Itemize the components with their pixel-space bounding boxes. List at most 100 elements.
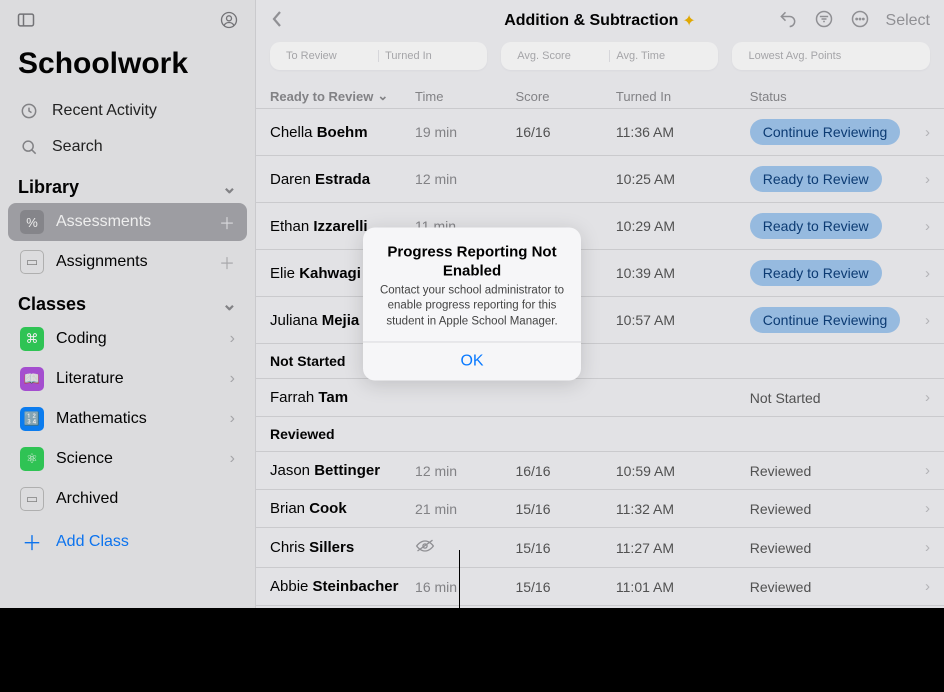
sidebar-label: Coding — [56, 330, 107, 348]
table-row[interactable]: Chella Boehm19 min16/1611:36 AMContinue … — [256, 109, 944, 156]
sidebar-item-mathematics[interactable]: 🔢Mathematics › — [8, 400, 247, 438]
sidebar-item-coding[interactable]: ⌘ Coding › — [8, 320, 247, 358]
chevron-right-icon: › — [906, 265, 930, 282]
more-icon[interactable] — [850, 9, 870, 34]
status-pill[interactable]: Ready to Review — [750, 213, 882, 239]
alert-ok-button[interactable]: OK — [363, 342, 581, 381]
status-pill[interactable]: Ready to Review — [750, 260, 882, 286]
table-row[interactable]: Ethan Izzarelli11 min10:29 AMReady to Re… — [256, 203, 944, 250]
card-label: Turned In — [379, 50, 477, 62]
sidebar: Schoolwork Recent Activity Search Librar… — [0, 0, 256, 608]
status-pill[interactable]: Continue Reviewing — [750, 307, 901, 333]
column-label: Score — [515, 89, 615, 104]
turnedin-cell: 10:25 AM — [616, 171, 750, 187]
sidebar-label: Assessments — [56, 213, 151, 231]
main-toolbar: Addition & Subtraction ✦ Select — [256, 0, 944, 42]
time-cell: 12 min — [415, 463, 515, 479]
time-cell: 19 min — [415, 124, 515, 140]
status-cell: Reviewed — [750, 463, 906, 479]
sidebar-item-assessments[interactable]: % Assessments ＋ — [8, 203, 247, 241]
table-row[interactable]: Juliana Mejia10:57 AMContinue Reviewing› — [256, 297, 944, 344]
chevron-right-icon: › — [906, 539, 930, 556]
table-row[interactable]: Farrah TamNot Started› — [256, 379, 944, 417]
student-name: Brian Cook — [270, 500, 415, 517]
column-sort[interactable]: Ready to Review⌄ — [270, 88, 415, 104]
turnedin-cell: 10:29 AM — [616, 218, 750, 234]
time-cell — [415, 538, 515, 557]
sidebar-item-recent[interactable]: Recent Activity — [0, 93, 255, 129]
sidebar-item-add-class[interactable]: ＋ Add Class — [8, 520, 247, 563]
status-pill[interactable]: Continue Reviewing — [750, 119, 901, 145]
summary-card-avg: Avg. Score Avg. Time — [501, 42, 718, 70]
alert-message: Contact your school administrator to ena… — [377, 283, 567, 330]
sidebar-label: Assignments — [56, 253, 148, 271]
class-tile-icon: ⌘ — [20, 327, 44, 351]
sidebar-item-literature[interactable]: 📖Literature › — [8, 360, 247, 398]
table-header: Ready to Review⌄ Time Score Turned In St… — [256, 84, 944, 109]
status-cell: Not Started — [750, 390, 906, 406]
chevron-right-icon: › — [230, 330, 235, 348]
search-icon — [18, 136, 40, 158]
plus-icon: ＋ — [20, 527, 44, 556]
table-row[interactable]: Elie Kahwagi10:39 AMReady to Review› — [256, 250, 944, 297]
sidebar-item-science[interactable]: ⚛Science › — [8, 440, 247, 478]
sidebar-label: Science — [56, 450, 113, 468]
filter-icon[interactable] — [814, 9, 834, 34]
time-cell: 21 min — [415, 501, 515, 517]
status-cell[interactable]: Ready to Review — [750, 213, 906, 239]
back-icon[interactable] — [270, 9, 284, 34]
status-cell: Reviewed — [750, 501, 906, 517]
page-title: Addition & Subtraction — [504, 12, 678, 30]
summary-card-lowest: Lowest Avg. Points — [732, 42, 930, 70]
student-name: Daren Estrada — [270, 171, 415, 188]
section-reviewed: Reviewed — [256, 417, 944, 452]
table-row[interactable]: Chris Sillers15/1611:27 AMReviewed› — [256, 528, 944, 568]
table-row[interactable]: Daren Estrada12 min 10:25 AMReady to Revi… — [256, 156, 944, 203]
sidebar-section-library[interactable]: Library ⌄ — [0, 165, 255, 202]
app-title: Schoolwork — [0, 41, 255, 93]
sidebar-section-classes[interactable]: Classes ⌄ — [0, 282, 255, 319]
status-cell[interactable]: Continue Reviewing — [750, 119, 906, 145]
table-row[interactable]: Brian Cook21 min15/1611:32 AMReviewed› — [256, 490, 944, 528]
main-content: Addition & Subtraction ✦ Select To Revie… — [256, 0, 944, 608]
column-label: Status — [750, 89, 906, 104]
sidebar-item-search[interactable]: Search — [0, 129, 255, 165]
summary-cards: To Review Turned In Avg. Score Avg. Time… — [256, 42, 944, 84]
status-cell[interactable]: Ready to Review — [750, 166, 906, 192]
chevron-right-icon: › — [906, 462, 930, 479]
assessment-tile-icon: % — [20, 210, 44, 234]
chevron-down-icon: ⌄ — [222, 177, 237, 198]
select-button[interactable]: Select — [886, 12, 930, 30]
plus-icon[interactable]: ＋ — [219, 250, 235, 274]
eye-slash-icon — [415, 538, 435, 554]
table-row[interactable]: Abbie Steinbacher16 min15/1611:01 AMRevi… — [256, 568, 944, 606]
turnedin-cell: 10:59 AM — [616, 463, 750, 479]
chevron-right-icon: › — [906, 124, 930, 141]
sidebar-toggle-icon[interactable] — [16, 10, 36, 35]
score-cell: 16/16 — [515, 124, 615, 140]
status-pill[interactable]: Ready to Review — [750, 166, 882, 192]
plus-icon[interactable]: ＋ — [219, 210, 235, 234]
sidebar-item-archived[interactable]: ▭Archived — [8, 480, 247, 518]
section-not-started: Not Started — [256, 344, 944, 379]
profile-icon[interactable] — [219, 10, 239, 35]
sidebar-label: Add Class — [56, 533, 129, 551]
class-tile-icon: 🔢 — [20, 407, 44, 431]
status-cell[interactable]: Continue Reviewing — [750, 307, 906, 333]
sidebar-topbar — [0, 0, 255, 41]
undo-icon[interactable] — [778, 9, 798, 34]
callout-line — [459, 550, 460, 670]
sparkle-icon: ✦ — [682, 11, 695, 31]
chevron-right-icon: › — [906, 500, 930, 517]
turnedin-cell: 11:36 AM — [616, 124, 750, 140]
time-cell: 12 min — [415, 171, 515, 187]
status-cell[interactable]: Ready to Review — [750, 260, 906, 286]
sidebar-label: Search — [52, 138, 103, 156]
chevron-right-icon: › — [906, 312, 930, 329]
class-tile-icon: 📖 — [20, 367, 44, 391]
table-row[interactable]: Jason Bettinger12 min16/1610:59 AMReview… — [256, 452, 944, 490]
sidebar-item-assignments[interactable]: ▭ Assignments ＋ — [8, 243, 247, 281]
score-cell: 15/16 — [515, 501, 615, 517]
chevron-right-icon: › — [230, 370, 235, 388]
chevron-right-icon: › — [906, 171, 930, 188]
